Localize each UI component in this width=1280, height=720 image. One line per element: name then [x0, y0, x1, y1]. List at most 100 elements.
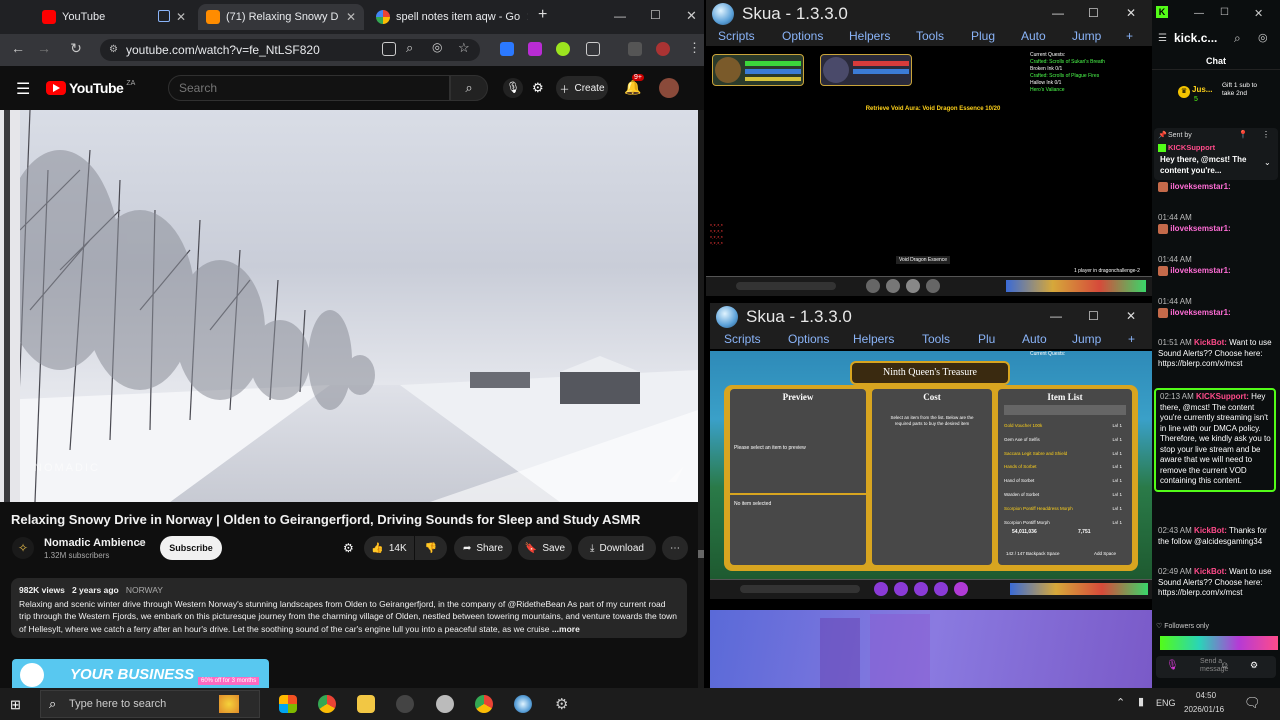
notification-center-icon[interactable]: 🗨 — [1244, 695, 1261, 711]
battery-icon[interactable]: ▮ — [1138, 695, 1144, 708]
close-window-button[interactable]: ✕ — [1126, 309, 1136, 323]
emote-bar[interactable] — [1160, 636, 1278, 650]
skill-slot[interactable] — [934, 582, 948, 596]
menu-auto[interactable]: Auto — [1021, 29, 1046, 43]
like-button[interactable]: 👍 14K — [364, 536, 414, 560]
picture-in-picture-icon[interactable] — [158, 10, 170, 22]
menu-jump[interactable]: Jump — [1072, 29, 1101, 43]
search-icon[interactable]: ⌕ — [1234, 31, 1241, 46]
menu-jump[interactable]: Jump — [1072, 332, 1101, 346]
hamburger-menu-icon[interactable]: ☰ — [16, 79, 30, 99]
create-button[interactable]: ＋ Create — [556, 76, 608, 100]
game-viewport[interactable]: Ninth Queen's Treasure Current Quests: P… — [710, 351, 1152, 579]
gift-leaderboard[interactable]: ♛ Jus... 5 Gift 1 sub to take 2nd — [1156, 82, 1276, 112]
pin-toggle-icon[interactable]: 📍 — [1238, 130, 1248, 139]
tray-chevron-up-icon[interactable]: ⌃ — [1116, 696, 1125, 709]
minimize-button[interactable]: — — [1194, 8, 1204, 19]
clock-date[interactable]: 2026/01/16 — [1184, 705, 1224, 714]
obs-icon[interactable] — [396, 695, 414, 713]
eye-slash-icon[interactable]: ◎ — [432, 40, 442, 54]
app-icon[interactable] — [436, 695, 454, 713]
reload-button[interactable]: ↻ — [66, 40, 86, 57]
channel-name[interactable]: Nomadic Ambience — [44, 537, 146, 549]
item-list[interactable]: Gold Voucher 100k Lvl 1 Gem Axe of Selfis… — [1004, 419, 1122, 529]
page-scrollbar[interactable] — [698, 110, 704, 688]
menu-plugins[interactable]: Plu — [978, 332, 995, 346]
chat-username[interactable]: iloveksemstar1: — [1170, 266, 1230, 275]
ad-banner[interactable]: YOUR BUSINESS 60% off for 3 months — [12, 659, 269, 688]
maximize-button[interactable]: ☐ — [1220, 7, 1229, 18]
add-space-button[interactable]: Add Space — [1094, 551, 1116, 556]
item-row[interactable]: Scorpion Pontiff Morph Lvl 1 — [1004, 516, 1122, 530]
close-icon[interactable]: ✕ — [526, 10, 528, 24]
minimize-button[interactable]: — — [614, 9, 626, 23]
menu-helpers[interactable]: Helpers — [853, 332, 894, 346]
close-icon[interactable]: ✕ — [346, 10, 356, 24]
settings-gear-icon[interactable]: ⚙ — [555, 695, 568, 713]
menu-scripts[interactable]: Scripts — [718, 29, 755, 43]
skill-slot[interactable] — [886, 279, 900, 293]
skill-slot[interactable] — [954, 582, 968, 596]
menu-tools[interactable]: Tools — [922, 332, 950, 346]
maximize-button[interactable]: ☐ — [1088, 309, 1099, 323]
chat-username[interactable]: iloveksemstar1: — [1170, 308, 1230, 317]
subscribe-button[interactable]: Subscribe — [160, 536, 222, 560]
eye-slash-icon[interactable]: ◎ — [1258, 31, 1268, 44]
menu-tools[interactable]: Tools — [916, 29, 944, 43]
forward-button[interactable]: → — [34, 40, 54, 56]
chat-username[interactable]: iloveksemstar1: — [1170, 182, 1230, 191]
notifications-bell-icon[interactable]: 🔔 — [624, 79, 641, 96]
item-row[interactable]: Hand of Sorbet Lvl 1 — [1004, 474, 1122, 488]
extension-icon[interactable] — [500, 42, 514, 56]
item-row[interactable]: Saccara Legit Sabre and Shield Lvl 1 — [1004, 447, 1122, 461]
close-window-button[interactable]: ✕ — [686, 8, 697, 24]
menu-helpers[interactable]: Helpers — [849, 29, 890, 43]
extension-icon[interactable] — [556, 42, 570, 56]
skill-slot[interactable] — [906, 279, 920, 293]
chevron-down-icon[interactable]: ⌄ — [1264, 158, 1271, 167]
channel-avatar[interactable]: ✧ — [12, 537, 34, 559]
language-indicator[interactable]: ENG — [1156, 698, 1176, 708]
game-menu-icons[interactable] — [1010, 583, 1148, 595]
emoji-icon[interactable]: ☺ — [1220, 660, 1229, 670]
bookmark-star-icon[interactable]: ☆ — [458, 40, 470, 56]
back-button[interactable]: ← — [8, 40, 28, 56]
item-filter-tabs[interactable] — [1004, 405, 1126, 415]
game-menu-icons[interactable] — [1006, 280, 1146, 292]
tab-relaxing-snowy[interactable]: (71) Relaxing Snowy D ✕ — [198, 4, 364, 30]
skill-slot[interactable] — [894, 582, 908, 596]
more-vertical-icon[interactable]: ⋮ — [1262, 130, 1270, 139]
share-button[interactable]: ➦ Share — [454, 536, 512, 560]
file-explorer-icon[interactable] — [357, 695, 375, 713]
chat-username[interactable]: KickBot: — [1194, 338, 1227, 347]
tab-youtube[interactable]: YouTube ✕ — [34, 4, 194, 30]
search-input[interactable] — [168, 75, 450, 101]
skill-slot[interactable] — [914, 582, 928, 596]
install-icon[interactable] — [382, 42, 396, 56]
clock-time[interactable]: 04:50 — [1196, 691, 1216, 700]
site-info-icon[interactable]: ⚙ — [109, 39, 118, 61]
item-row[interactable]: Hands of Sorbet Lvl 1 — [1004, 460, 1122, 474]
youtube-logo[interactable]: YouTube ZA — [46, 80, 135, 96]
search-button[interactable]: ⌕ — [450, 75, 488, 101]
extension-gear-icon[interactable]: ⚙ — [343, 541, 354, 555]
description-box[interactable]: 982K views 2 years ago NORWAY Relaxing a… — [11, 578, 687, 638]
copilot-icon[interactable] — [279, 695, 297, 713]
zoom-icon[interactable]: ⌕ — [406, 40, 413, 56]
more-actions-button[interactable]: ⋯ — [662, 536, 688, 560]
extension-gear-icon[interactable]: ⚙ — [532, 80, 544, 96]
extensions-puzzle-icon[interactable] — [586, 42, 600, 56]
new-tab-button[interactable]: + — [538, 6, 547, 24]
item-row[interactable]: Warden of Sorbet Lvl 1 — [1004, 488, 1122, 502]
taskbar-search[interactable]: ⌕ Type here to search — [40, 690, 260, 718]
close-window-button[interactable]: ✕ — [1254, 7, 1263, 20]
media-icon[interactable] — [628, 42, 642, 56]
chat-username[interactable]: KickBot: — [1194, 567, 1227, 576]
download-button[interactable]: ⤓ Download — [578, 536, 656, 560]
voice-search-icon[interactable]: 🎙 — [503, 78, 523, 98]
chat-username[interactable]: KICKSupport: — [1196, 392, 1249, 401]
chrome-icon[interactable] — [318, 695, 336, 713]
chat-input[interactable] — [740, 585, 860, 593]
menu-options[interactable]: Options — [782, 29, 823, 43]
minimize-button[interactable]: — — [1052, 6, 1064, 20]
